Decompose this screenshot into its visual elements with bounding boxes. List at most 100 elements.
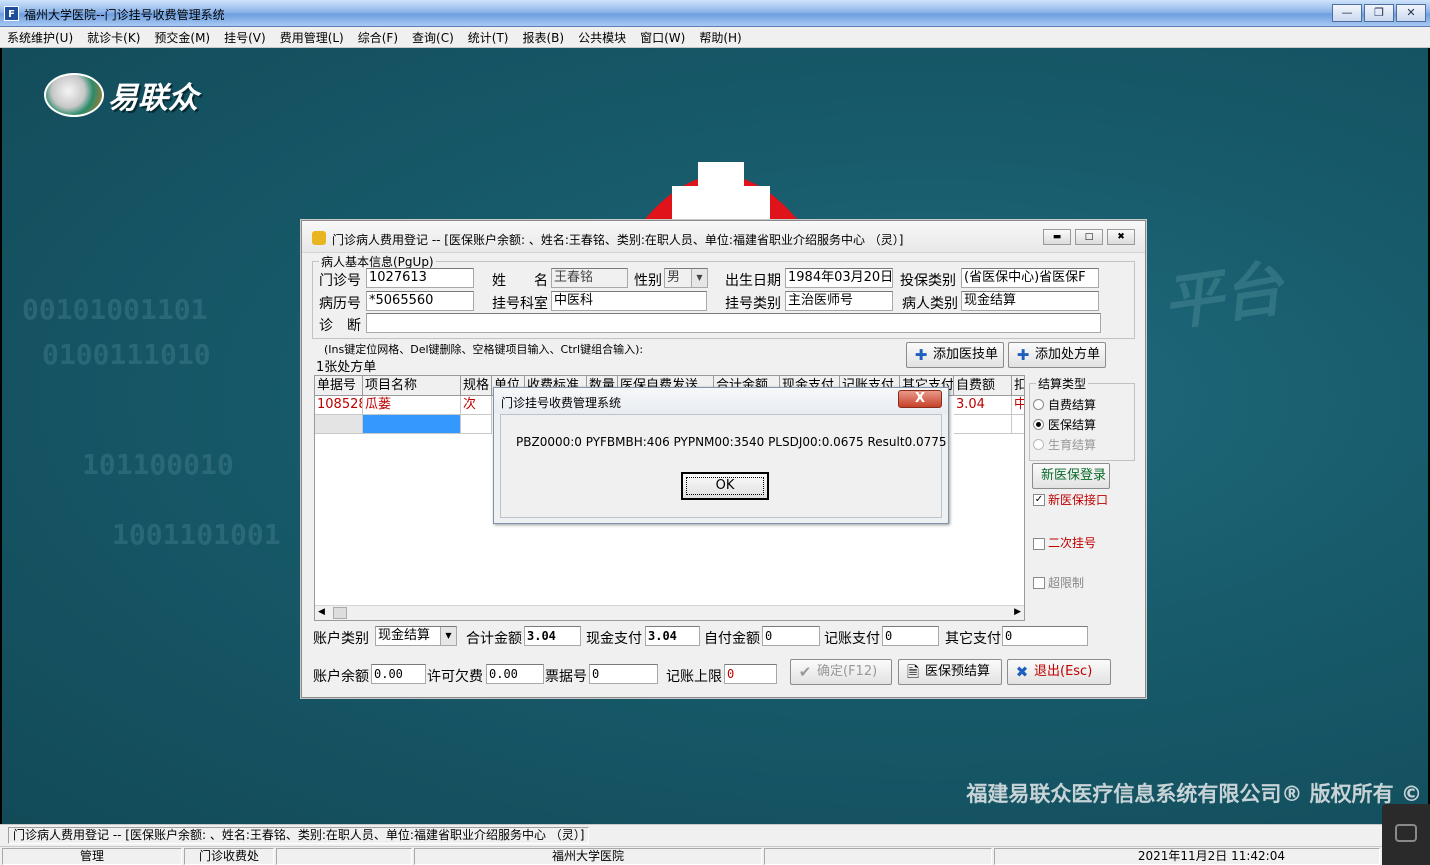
col-header[interactable]: 自费额 (954, 376, 1012, 396)
scroll-thumb[interactable] (333, 607, 347, 619)
menu-bar: 系统维护(U) 就诊卡(K) 预交金(M) 挂号(V) 费用管理(L) 综合(F… (0, 27, 1430, 48)
name-label: 姓 名 (492, 273, 548, 289)
message-dialog-title-bar: 门诊挂号收费管理系统 X (494, 388, 948, 414)
menu-public[interactable]: 公共模块 (571, 29, 633, 46)
menu-stats[interactable]: 统计(T) (461, 29, 516, 46)
add-prescription-button[interactable]: ✚ 添加处方单 (1008, 342, 1106, 368)
document-icon: 🗎 (906, 663, 920, 681)
tray-app-icon[interactable] (1382, 804, 1430, 865)
scroll-left-icon[interactable]: ◀ (318, 607, 325, 617)
add-tech-order-button[interactable]: ✚ 添加医技单 (906, 342, 1004, 368)
bg-digits-decoration: 1001101001 (112, 518, 281, 551)
maternity-settle-label: 生育结算 (1048, 438, 1097, 452)
charge-limit-field[interactable]: 0 (724, 664, 777, 684)
ticket-no-field[interactable]: 0 (589, 664, 658, 684)
record-no-field[interactable]: *5065560 (366, 291, 474, 311)
grid-active-cell[interactable] (363, 415, 461, 434)
second-registration-checkbox[interactable] (1033, 538, 1045, 550)
grid-horizontal-scrollbar[interactable]: ◀ ▶ (315, 605, 1024, 620)
charge-field[interactable]: 0 (882, 626, 939, 646)
dept-field[interactable]: 中医科 (551, 291, 707, 311)
dob-field[interactable]: 1984年03月20日 (785, 268, 893, 288)
confirm-label: 确定(F12) (817, 664, 878, 679)
cash-field[interactable]: 3.04 (645, 626, 700, 646)
message-dialog: 门诊挂号收费管理系统 X PBZ0000:0 PYFBMBH:406 PYPNM… (493, 387, 949, 524)
dialog-close-button[interactable]: X (898, 390, 942, 408)
settlement-type-legend: 结算类型 (1038, 377, 1087, 391)
prescription-count: 1张处方单 (316, 360, 377, 375)
self-pay-radio[interactable] (1033, 399, 1044, 410)
sex-select[interactable]: 男 ▼ (664, 268, 708, 288)
patient-type-field[interactable]: 现金结算 (961, 291, 1099, 311)
grid-cell-deduct[interactable]: 中 (1012, 396, 1024, 415)
grid-cell-item-name[interactable]: 瓜蒌 (363, 396, 461, 415)
visit-no-field[interactable]: 1027613 (366, 268, 474, 288)
sex-value: 男 (667, 270, 681, 285)
status-dept: 门诊收费处 (184, 848, 274, 865)
scroll-right-icon[interactable]: ▶ (1014, 607, 1021, 617)
active-window-tab[interactable]: 门诊病人费用登记 -- [医保账户余额: 、姓名:王春铭、类别:在职人员、单位:… (8, 827, 590, 844)
col-header[interactable]: 项目名称 (363, 376, 461, 396)
menu-system[interactable]: 系统维护(U) (0, 29, 80, 46)
balance-label: 账户余额 (313, 669, 369, 685)
minimize-button[interactable]: — (1332, 4, 1362, 22)
col-header[interactable]: 扣 (1012, 376, 1024, 396)
name-field[interactable]: 王春铭 (551, 268, 628, 288)
charge-limit-label: 记账上限 (666, 669, 722, 685)
insurance-settle-radio[interactable] (1033, 419, 1044, 430)
reg-type-field[interactable]: 主治医师号 (785, 291, 893, 311)
self-pay-amount-label: 自付金额 (704, 631, 760, 647)
diagnosis-label: 诊 断 (319, 318, 361, 334)
insurance-settle-label: 医保结算 (1048, 418, 1097, 432)
grid-cell-self-amount[interactable]: 3.04 (954, 396, 1012, 415)
chevron-down-icon[interactable]: ▼ (691, 269, 707, 287)
total-field[interactable]: 3.04 (524, 626, 581, 646)
grid-cell-spec[interactable]: 次 (461, 396, 492, 415)
status-org: 福州大学医院 (414, 848, 762, 865)
grid-cell[interactable] (1012, 415, 1024, 434)
col-header[interactable]: 单据号 (315, 376, 363, 396)
insurance-field[interactable]: (省医保中心)省医保F (961, 268, 1099, 288)
plus-icon: ✚ (1016, 346, 1030, 364)
grid-cell[interactable] (461, 415, 492, 434)
window-status-bar: 门诊病人费用登记 -- [医保账户余额: 、姓名:王春铭、类别:在职人员、单位:… (0, 824, 1430, 846)
menu-fee[interactable]: 费用管理(L) (273, 29, 351, 46)
balance-field[interactable]: 0.00 (371, 664, 426, 684)
fee-window-minimize-button[interactable]: ▬ (1043, 229, 1071, 245)
grid-new-row-indicator[interactable] (315, 415, 363, 434)
diagnosis-field[interactable] (366, 313, 1101, 333)
arrears-field[interactable]: 0.00 (486, 664, 544, 684)
message-text: PBZ0000:0 PYFBMBH:406 PYPNM00:3540 PLSDJ… (516, 435, 947, 449)
new-insurance-login-button[interactable]: 新医保登录 (1032, 463, 1110, 489)
confirm-button[interactable]: ✔ 确定(F12) (790, 659, 892, 685)
close-button[interactable]: ✕ (1396, 4, 1426, 22)
account-type-select[interactable]: 现金结算 ▼ (375, 626, 457, 646)
fee-window-restore-button[interactable]: □ (1075, 229, 1103, 245)
menu-card[interactable]: 就诊卡(K) (80, 29, 147, 46)
other-pay-field[interactable]: 0 (1002, 626, 1088, 646)
col-header[interactable]: 规格 (461, 376, 492, 396)
self-pay-amount-field[interactable]: 0 (762, 626, 820, 646)
over-limit-checkbox[interactable] (1033, 577, 1045, 589)
menu-report[interactable]: 报表(B) (515, 29, 571, 46)
red-cross-icon (636, 162, 806, 230)
exit-button[interactable]: ✖ 退出(Esc) (1007, 659, 1111, 685)
menu-query[interactable]: 查询(C) (405, 29, 461, 46)
fee-window-title-bar: 门诊病人费用登记 -- [医保账户余额: 、姓名:王春铭、类别:在职人员、单位:… (302, 221, 1145, 253)
grid-cell-bill-no[interactable]: 108528 (315, 396, 363, 415)
pre-settle-button[interactable]: 🗎 医保预结算 (898, 659, 1002, 685)
fee-window-close-button[interactable]: ✖ (1107, 229, 1135, 245)
maternity-settle-radio[interactable] (1033, 439, 1044, 450)
menu-help[interactable]: 帮助(H) (692, 29, 748, 46)
checkmark-icon: ✔ (798, 663, 812, 681)
new-insurance-interface-checkbox[interactable]: ✓ (1033, 494, 1045, 506)
restore-button[interactable]: ❐ (1364, 4, 1394, 22)
grid-cell[interactable] (954, 415, 1012, 434)
menu-deposit[interactable]: 预交金(M) (147, 29, 217, 46)
patient-type-label: 病人类别 (902, 296, 958, 312)
menu-register[interactable]: 挂号(V) (217, 29, 273, 46)
chevron-down-icon[interactable]: ▼ (440, 627, 456, 645)
ok-button[interactable]: OK (681, 472, 769, 500)
menu-window[interactable]: 窗口(W) (633, 29, 692, 46)
menu-general[interactable]: 综合(F) (351, 29, 405, 46)
